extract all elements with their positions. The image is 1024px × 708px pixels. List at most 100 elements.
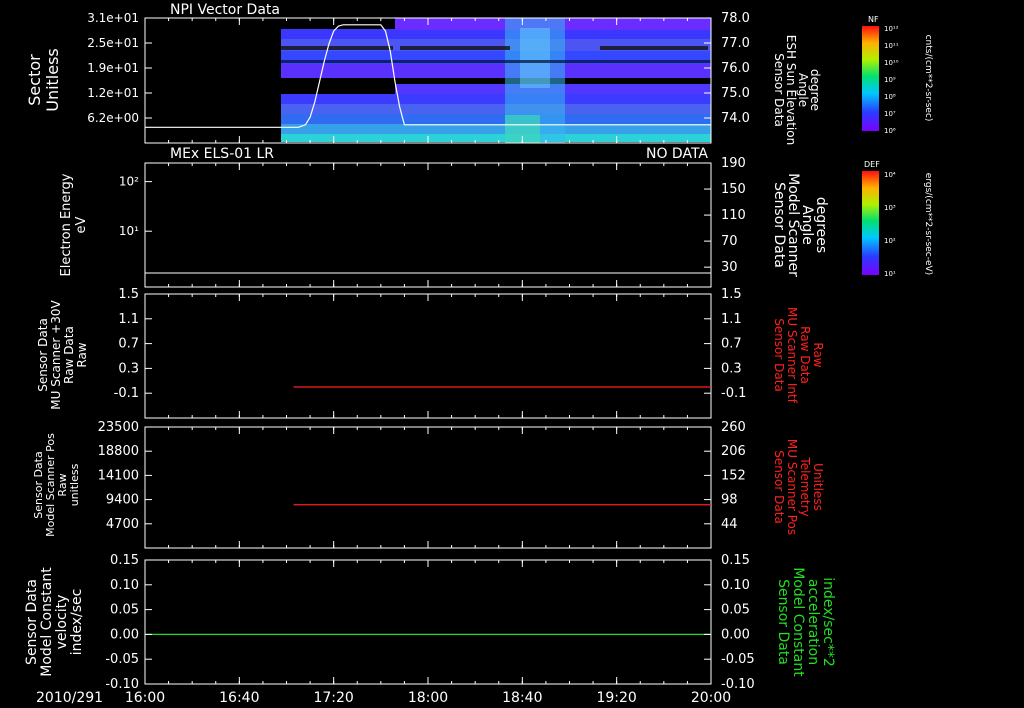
y2tick-label: 0.15 xyxy=(721,553,750,568)
panel4-y2label-2: MU Scanner Pos xyxy=(785,439,799,535)
y2tick-label: 0.05 xyxy=(721,603,750,618)
y2tick-label: 110 xyxy=(721,208,746,223)
y2tick-label: 77.0 xyxy=(721,36,750,51)
y2tick-label: 206 xyxy=(721,444,746,459)
panel2-y2label-2: Model Scanner xyxy=(785,173,801,277)
colorbar-tick: 10¹⁰ xyxy=(884,59,899,67)
y2tick-label: 1.1 xyxy=(721,312,742,327)
panel2-title: MEx ELS-01 LR xyxy=(170,146,274,162)
time-tick-label: 16:40 xyxy=(219,690,259,706)
panel5-y2label-1: Sensor Data xyxy=(775,579,791,665)
panel5-y2label: Sensor Data Model Constant acceleration … xyxy=(775,567,836,677)
panel4-y2label: Sensor Data MU Scanner Pos Telemetry Uni… xyxy=(772,439,825,535)
time-tick-label: 18:00 xyxy=(408,690,448,706)
colorbar-tick: 10⁸ xyxy=(884,93,896,101)
panel2-yticks: 10² 10¹ xyxy=(119,175,152,238)
panel2-y2label-3: Angle xyxy=(799,205,815,245)
y2tick-label: 78.0 xyxy=(721,11,750,26)
nf-colorbar-ticks: 10¹² 10¹¹ 10¹⁰ 10⁹ 10⁸ 10⁷ 10⁶ xyxy=(884,25,899,135)
instrument-plot: NPI Vector Data 3.1e+01 2.5e+01 1.9e+01 1.2… xyxy=(24,2,933,706)
y2tick-label: -0.1 xyxy=(721,386,746,401)
panel4-y2ticks: 260 206 152 98 44 xyxy=(704,420,746,532)
ytick-label: 14100 xyxy=(98,468,139,483)
y2tick-label: 98 xyxy=(721,493,738,508)
panel3-frame xyxy=(144,293,712,419)
panel2-ylabel-2: eV xyxy=(74,216,89,233)
panel5-ylabel-2: Model Constant xyxy=(39,567,55,677)
panel5-y2label-2: Model Constant xyxy=(790,567,806,677)
colorbar-tick: 10⁴ xyxy=(884,171,896,179)
panel5-frame xyxy=(144,559,712,685)
ytick-label: 3.1e+01 xyxy=(87,11,139,25)
ytick-label: 1.1 xyxy=(118,312,139,327)
y2tick-label: 1.5 xyxy=(721,287,742,302)
def-colorbar-unit: ergs/(cm**2-sr-sec-eV) xyxy=(923,173,933,275)
y2tick-label: 190 xyxy=(721,156,746,171)
ytick-label: 2.5e+01 xyxy=(87,36,139,50)
y2tick-label: 152 xyxy=(721,468,746,483)
panel3-ylabel-2: MU Scanner +30V xyxy=(49,300,63,410)
panel2-y2label-4: degrees xyxy=(813,197,829,253)
ytick-label: 1.2e+01 xyxy=(87,86,139,100)
y2tick-label: 70 xyxy=(721,234,738,249)
panel3-ylabel-1: Sensor Data xyxy=(36,318,50,392)
y2tick-label: 76.0 xyxy=(721,61,750,76)
ytick-label: 0.3 xyxy=(118,361,139,376)
ytick-label: 0.10 xyxy=(110,578,139,593)
panel1-y2label: Sensor Data ESH Sun Elevation Angle degr… xyxy=(772,35,822,145)
y2tick-label: 74.0 xyxy=(721,111,750,126)
panel2-status: NO DATA xyxy=(646,146,708,162)
ytick-label: 6.2e+00 xyxy=(87,111,139,125)
panel3-y2label-1: Sensor Data xyxy=(772,318,786,392)
time-tick-label: 17:20 xyxy=(313,690,353,706)
ytick-label: 0.00 xyxy=(110,627,139,642)
panel3-y2label-3: Raw Data xyxy=(798,326,812,384)
panel5-ylabel-3: velocity xyxy=(54,595,70,650)
colorbar-tick: 10¹ xyxy=(884,270,896,278)
panel5-y2label-3: acceleration xyxy=(805,579,821,665)
time-tick-label: 18:40 xyxy=(502,690,542,706)
y2tick-label: 0.3 xyxy=(721,361,742,376)
ytick-label: -0.05 xyxy=(105,652,139,667)
panel3-y2ticks: 1.5 1.1 0.7 0.3 -0.1 xyxy=(704,287,746,401)
panel4-frame xyxy=(144,426,712,549)
y2tick-label: 44 xyxy=(721,517,738,532)
ytick-label: 1.9e+01 xyxy=(87,61,139,75)
ytick-label: 10² xyxy=(119,175,139,189)
colorbar-tick: 10⁶ xyxy=(884,127,896,135)
y2tick-label: 150 xyxy=(721,182,746,197)
panel4-y2label-3: Telemetry xyxy=(798,456,812,516)
def-colorbar xyxy=(862,171,879,275)
ytick-label: 0.7 xyxy=(118,337,139,352)
ytick-label: -0.1 xyxy=(114,386,139,401)
panel5-ylabel-4: index/sec xyxy=(69,589,85,656)
panel3-ylabel-4: Raw xyxy=(75,342,89,367)
colorbar-tick: 10⁷ xyxy=(884,110,896,118)
panel4-y2label-4: Unitless xyxy=(811,463,825,511)
colorbar-tick: 10² xyxy=(884,237,896,245)
panel4-ylabel-4: unitless xyxy=(68,463,81,506)
panel4-ylabel: Sensor Data Model Scanner Pos Raw unitle… xyxy=(32,433,81,537)
def-colorbar-ticks: 10⁴ 10³ 10² 10¹ xyxy=(884,171,896,278)
ytick-label: 18800 xyxy=(98,444,139,459)
panel5-y2ticks: 0.150.100.050.00-0.05-0.10 xyxy=(704,553,755,692)
date-label: 2010/291 xyxy=(36,690,103,706)
y2tick-label: 75.0 xyxy=(721,86,750,101)
nf-colorbar xyxy=(862,26,879,131)
y2tick-label: 0.7 xyxy=(721,337,742,352)
panel2-y2label-1: Sensor Data xyxy=(771,182,787,268)
panel1-yticks: 3.1e+01 2.5e+01 1.9e+01 1.2e+01 6.2e+00 xyxy=(87,11,152,125)
panel2-frame xyxy=(144,162,712,288)
panel2-ylabel-1: Electron Energy xyxy=(59,173,74,276)
panel4-yticks: 23500 18800 14100 9400 4700 xyxy=(98,420,152,532)
panel3-ylabel-3: Raw Data xyxy=(62,326,76,384)
time-tick-label: 19:20 xyxy=(596,690,636,706)
def-colorbar-label: DEF xyxy=(864,160,880,169)
colorbar-tick: 10¹² xyxy=(884,25,899,33)
panel1-title: NPI Vector Data xyxy=(170,2,280,18)
panel5-y2label-4: index/sec**2 xyxy=(820,577,836,667)
panel4-y2label-1: Sensor Data xyxy=(772,450,786,524)
colorbar-tick: 10¹¹ xyxy=(884,42,899,50)
colorbar-tick: 10³ xyxy=(884,204,896,212)
y2tick-label: -0.05 xyxy=(721,652,755,667)
